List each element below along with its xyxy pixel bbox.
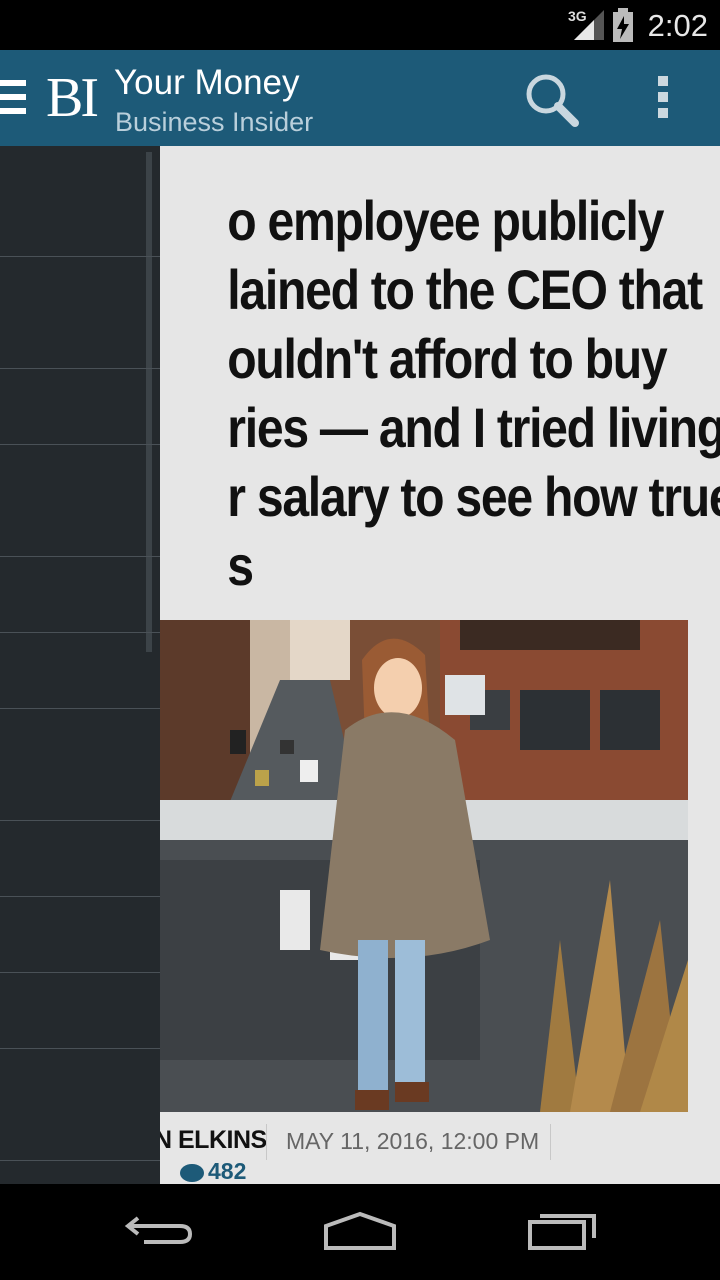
overflow-menu-icon[interactable] (650, 76, 676, 124)
author-name[interactable]: N ELKINS (154, 1126, 267, 1155)
drawer-item-divider (0, 632, 160, 633)
battery-icon (613, 8, 633, 42)
headline-line: r salary to see how true (227, 465, 720, 528)
divider (550, 1124, 551, 1160)
publish-date: MAY 11, 2016, 12:00 PM (286, 1128, 540, 1154)
home-icon[interactable] (322, 1208, 398, 1252)
drawer-item-divider (0, 896, 160, 897)
comments-link[interactable]: 482 (180, 1158, 246, 1184)
article-meta: N ELKINS MAY 11, 2016, 12:00 PM 482 (140, 1124, 700, 1184)
drawer-item-divider (0, 820, 160, 821)
navigation-drawer[interactable] (0, 146, 160, 1184)
recent-apps-icon[interactable] (526, 1208, 598, 1252)
headline-line: s (227, 534, 254, 597)
system-nav-bar (0, 1184, 720, 1280)
app-logo[interactable]: BI (46, 68, 99, 128)
drawer-item-divider (0, 708, 160, 709)
drawer-item-divider (0, 256, 160, 257)
search-icon[interactable] (522, 72, 582, 128)
back-icon[interactable] (124, 1208, 194, 1248)
drawer-item-divider (0, 368, 160, 369)
headline-line: ries — and I tried living (227, 396, 720, 459)
app-bar: BI Your Money Business Insider (0, 50, 720, 146)
drawer-scrollbar[interactable] (146, 152, 152, 652)
hamburger-menu-icon[interactable] (0, 80, 26, 116)
comment-icon (180, 1163, 204, 1182)
drawer-item-divider (0, 556, 160, 557)
drawer-item-divider (0, 1160, 160, 1161)
signal-icon (574, 10, 604, 40)
headline-line: o employee publicly (227, 189, 664, 252)
clock: 2:02 (647, 8, 708, 43)
drawer-item-divider (0, 1048, 160, 1049)
comments-count: 482 (208, 1158, 247, 1184)
app-title: Your Money (114, 63, 300, 102)
drawer-item-divider (0, 444, 160, 445)
article-photo[interactable] (140, 620, 688, 1112)
headline-line: ouldn't afford to buy (227, 327, 667, 390)
article-headline: o employee publicly lained to the CEO th… (90, 186, 720, 600)
status-bar: 3G 2:02 (0, 0, 720, 50)
divider (266, 1124, 267, 1160)
headline-line: lained to the CEO that (227, 258, 703, 321)
app-subtitle: Business Insider (115, 107, 314, 137)
drawer-item-divider (0, 972, 160, 973)
